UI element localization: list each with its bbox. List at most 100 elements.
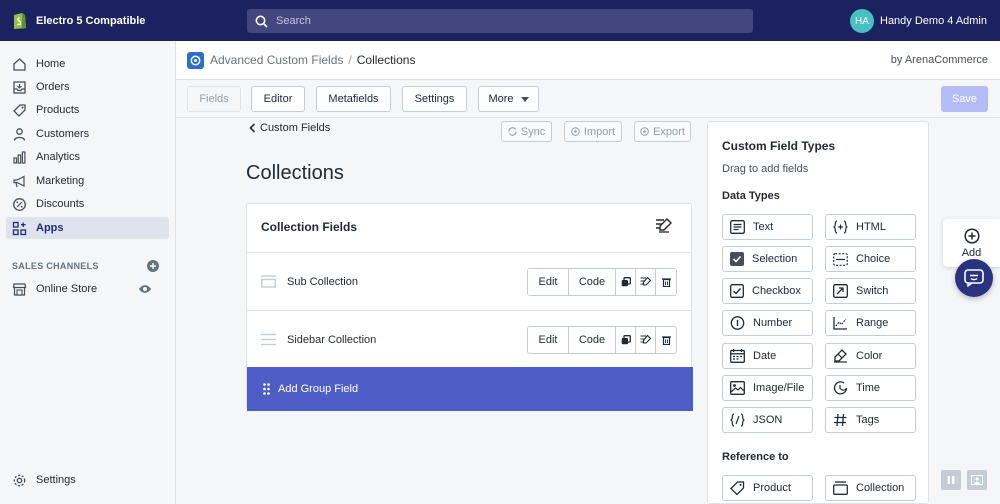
- field-type-switch[interactable]: Switch: [825, 278, 916, 304]
- field-type-range[interactable]: Range: [825, 310, 916, 336]
- app-header: Advanced Custom Fields / Collections by …: [176, 41, 1000, 80]
- field-type-label: Switch: [856, 285, 889, 297]
- code-button[interactable]: Code: [569, 327, 616, 353]
- sidebar-item-orders[interactable]: Orders: [6, 76, 169, 98]
- sidebar-item-settings[interactable]: Settings: [6, 469, 169, 491]
- add-circle-icon: [963, 227, 980, 244]
- duplicate-icon: [621, 335, 631, 345]
- export-icon: [640, 127, 649, 136]
- sidebar-item-home[interactable]: Home: [6, 53, 169, 75]
- floating-add-label: Add: [961, 246, 982, 259]
- add-group-label: Add Group Field: [278, 383, 359, 395]
- field-type-json[interactable]: JSON: [722, 407, 813, 433]
- delete-button[interactable]: [656, 327, 676, 353]
- field-type-image-file[interactable]: Image/File: [722, 375, 813, 401]
- field-settings-icon[interactable]: [655, 218, 672, 234]
- panel-title: Custom Field Types: [722, 139, 836, 153]
- pause-button[interactable]: [941, 470, 961, 490]
- sync-label: Sync: [520, 125, 546, 138]
- field-type-product[interactable]: Product: [722, 475, 813, 501]
- chevron-left-icon: [249, 123, 256, 133]
- field-row: Sidebar Collection Edit Code: [247, 310, 691, 368]
- field-type-label: Number: [753, 317, 793, 329]
- tab-metafields[interactable]: Metafields: [316, 86, 391, 112]
- duplicate-button[interactable]: [616, 269, 636, 295]
- delete-button[interactable]: [656, 269, 676, 295]
- duplicate-icon: [621, 277, 631, 287]
- drag-handle-icon[interactable]: [261, 333, 276, 346]
- save-button[interactable]: Save: [941, 86, 988, 112]
- field-type-label: Color: [856, 350, 883, 362]
- tab-fields[interactable]: Fields: [187, 86, 241, 112]
- search-input[interactable]: Search: [247, 9, 753, 33]
- field-type-tags[interactable]: Tags: [825, 407, 916, 433]
- store-switcher[interactable]: Electro 5 Compatible: [0, 11, 176, 30]
- sidebar-item-label: Analytics: [36, 151, 81, 163]
- store-name: Electro 5 Compatible: [36, 14, 146, 27]
- choice-icon: [833, 252, 848, 266]
- breadcrumb-app[interactable]: Advanced Custom Fields: [210, 53, 343, 67]
- sidebar-item-products[interactable]: Products: [6, 99, 169, 121]
- field-type-selection[interactable]: Selection: [722, 246, 813, 272]
- tag-icon: [13, 103, 26, 117]
- field-type-label: HTML: [856, 221, 886, 233]
- megaphone-icon: [13, 175, 25, 187]
- sync-button[interactable]: Sync: [501, 121, 552, 142]
- field-type-number[interactable]: Number: [722, 310, 813, 336]
- apps-icon: [12, 221, 27, 235]
- field-type-collection[interactable]: Collection: [825, 475, 916, 501]
- field-type-date[interactable]: Date: [722, 343, 813, 369]
- presenter-button[interactable]: [967, 470, 987, 490]
- field-type-checkbox[interactable]: Checkbox: [722, 278, 813, 304]
- selection-icon: [730, 252, 744, 266]
- checkbox-icon: [730, 284, 744, 298]
- sidebar-item-customers[interactable]: Customers: [6, 123, 169, 145]
- sidebar-item-label: Settings: [36, 474, 76, 486]
- breadcrumb-current: Collections: [356, 53, 416, 67]
- sidebar-item-apps[interactable]: Apps: [6, 217, 169, 239]
- eye-icon[interactable]: [138, 284, 152, 294]
- import-button[interactable]: Import: [564, 121, 622, 142]
- field-type-html[interactable]: HTML: [825, 214, 916, 240]
- top-bar: Electro 5 Compatible Search HA Handy Dem…: [0, 0, 1000, 41]
- search-icon: [255, 15, 268, 28]
- tab-editor[interactable]: Editor: [251, 86, 305, 112]
- json-icon: [730, 413, 745, 427]
- account-name: Handy Demo 4 Admin: [880, 15, 987, 27]
- code-button[interactable]: Code: [569, 269, 616, 295]
- field-type-choice[interactable]: Choice: [825, 246, 916, 272]
- tab-settings[interactable]: Settings: [402, 86, 467, 112]
- duplicate-button[interactable]: [616, 327, 636, 353]
- sidebar-item-marketing[interactable]: Marketing: [6, 170, 169, 192]
- sidebar-item-discounts[interactable]: Discounts: [6, 193, 169, 215]
- field-settings-button[interactable]: [636, 269, 656, 295]
- add-group-field-button[interactable]: Add Group Field: [247, 367, 693, 411]
- chat-button[interactable]: [955, 259, 993, 297]
- account-menu[interactable]: HA Handy Demo 4 Admin: [850, 9, 987, 33]
- field-name: Sub Collection: [287, 276, 358, 288]
- chat-icon: [964, 269, 984, 287]
- field-type-label: Selection: [752, 253, 798, 265]
- edit-button[interactable]: Edit: [528, 327, 569, 353]
- sidebar-item-label: Apps: [36, 222, 64, 234]
- sidebar-item-label: Orders: [36, 81, 70, 93]
- add-channel-plus-icon[interactable]: [147, 260, 159, 272]
- back-link[interactable]: Custom Fields: [249, 122, 330, 134]
- sidebar-item-online-store[interactable]: Online Store: [6, 278, 169, 300]
- field-type-color[interactable]: Color: [825, 343, 916, 369]
- time-icon: [833, 381, 848, 395]
- sidebar-item-label: Home: [36, 58, 66, 70]
- app-toolbar: Fields Editor Metafields Settings More S…: [176, 80, 1000, 118]
- field-type-time[interactable]: Time: [825, 375, 916, 401]
- field-type-text[interactable]: Text: [722, 214, 813, 240]
- export-button[interactable]: Export: [634, 121, 691, 142]
- drag-handle-icon[interactable]: [261, 275, 276, 288]
- trash-icon: [661, 278, 671, 287]
- html-icon: [833, 220, 848, 234]
- edit-button[interactable]: Edit: [528, 269, 569, 295]
- tag-icon: [730, 481, 745, 495]
- caret-down-icon: [520, 96, 529, 102]
- more-dropdown-button[interactable]: More: [478, 86, 539, 112]
- sidebar-item-analytics[interactable]: Analytics: [6, 146, 169, 168]
- field-settings-button[interactable]: [636, 327, 656, 353]
